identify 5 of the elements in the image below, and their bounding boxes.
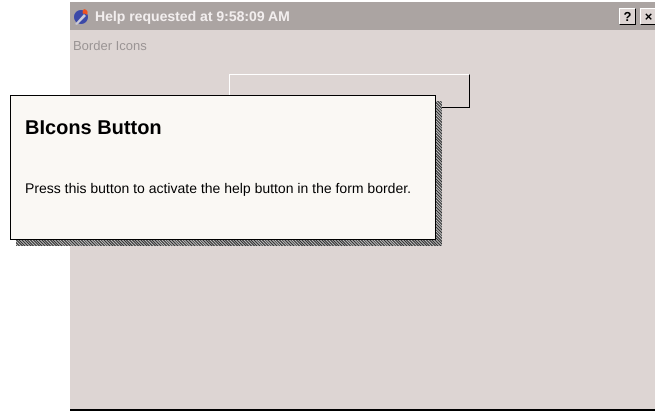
close-button[interactable]: × [640,8,655,24]
popup-title: BIcons Button [25,116,163,141]
help-button[interactable]: ? [619,8,636,24]
popup-text: Press this button to activate the help button in the form border. [25,179,412,198]
window-title: Help requested at 9:58:09 AM [95,6,290,26]
